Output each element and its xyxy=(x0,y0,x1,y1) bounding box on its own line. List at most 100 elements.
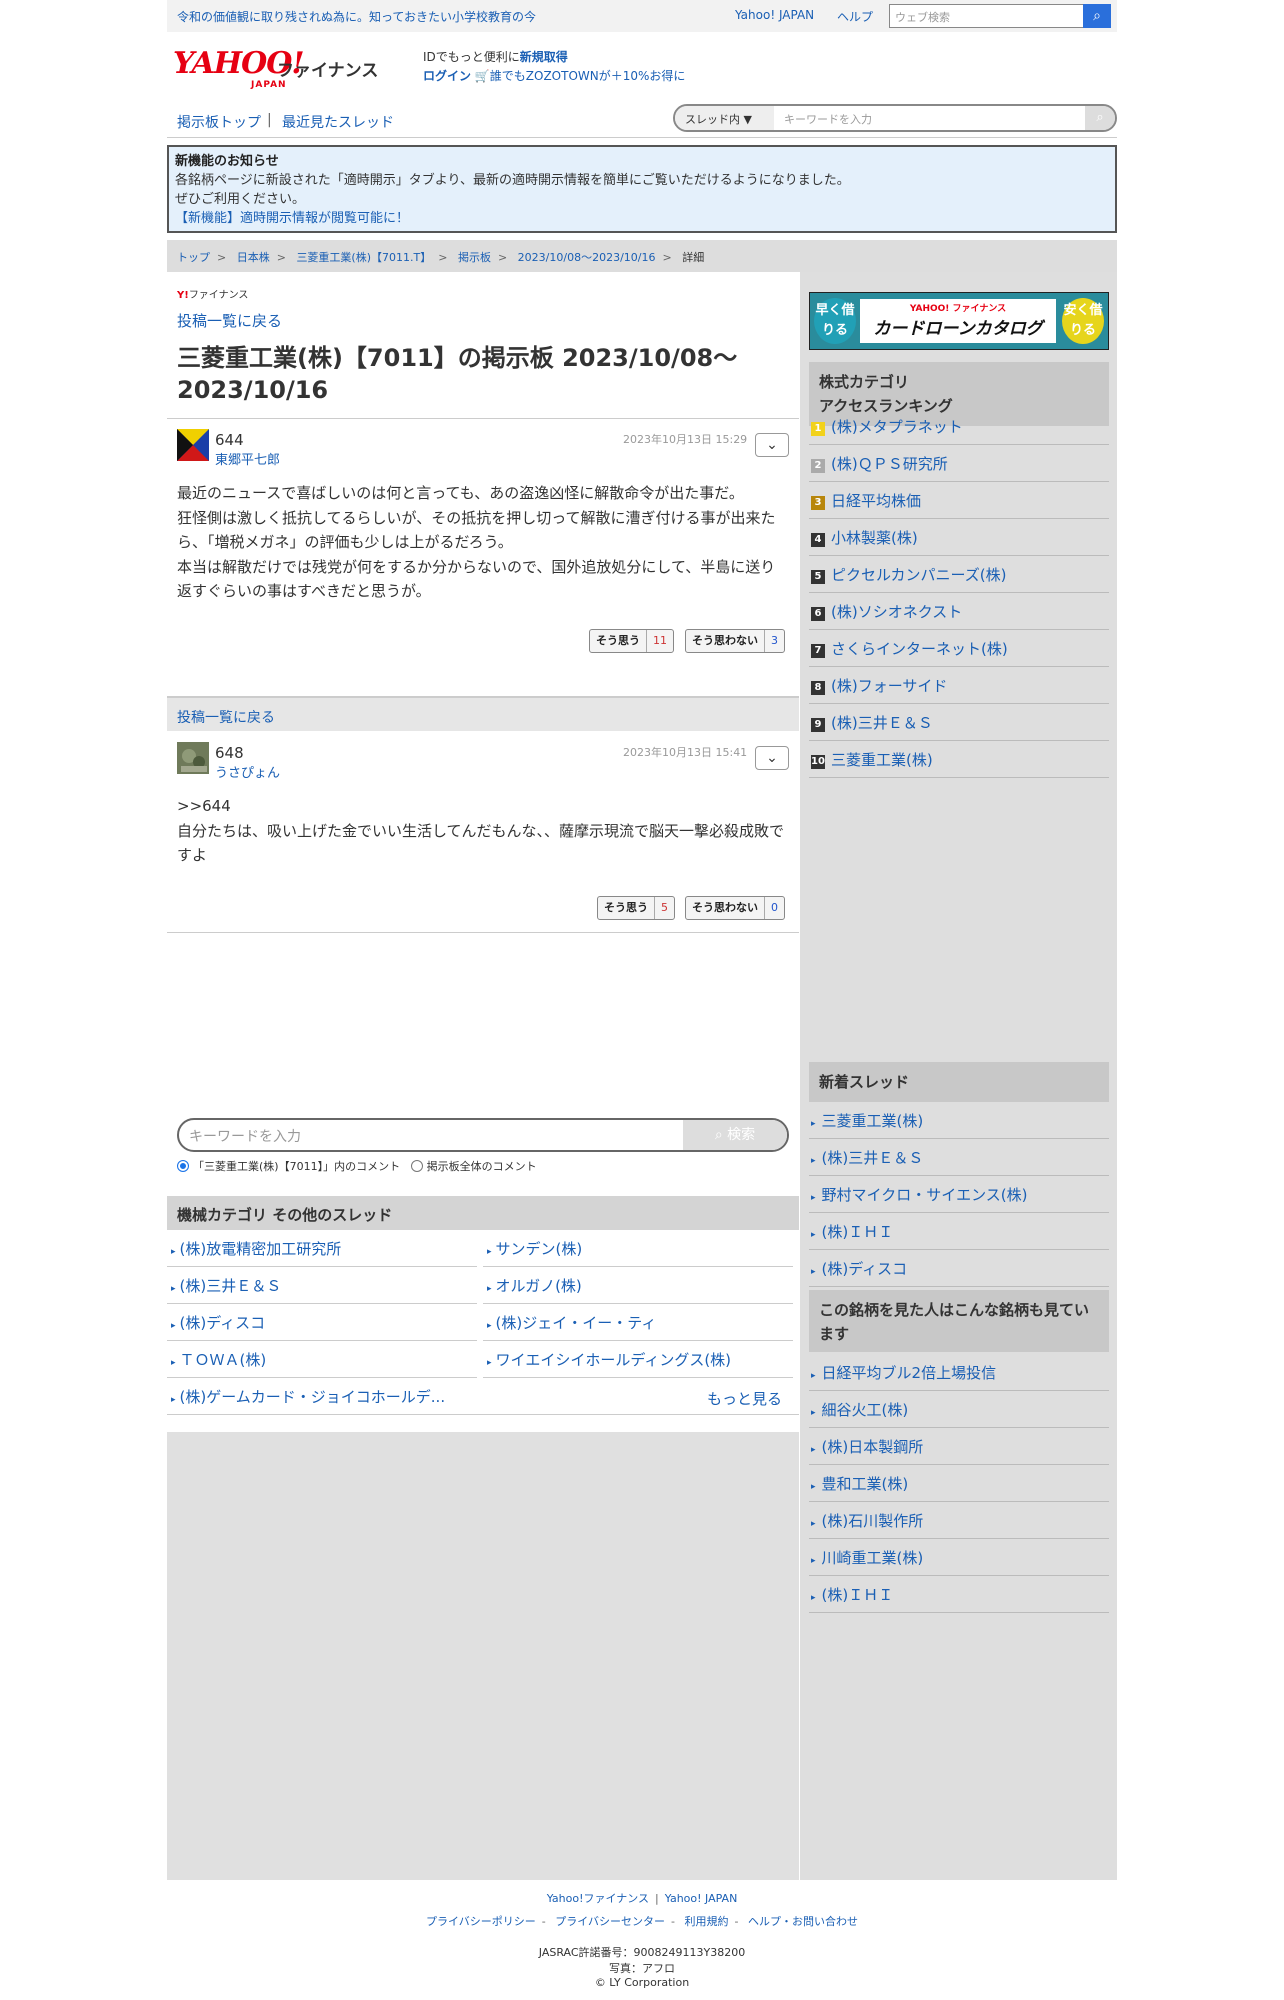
yahoo-finance-logo[interactable]: YAHOO! JAPAN ファイナンス xyxy=(173,46,378,90)
category-thread[interactable]: ▸ ワイエイシイホールディングス(株) xyxy=(483,1341,793,1378)
ranking-item[interactable]: 2 (株)ＱＰＳ研究所 xyxy=(809,445,1109,482)
category-thread[interactable]: ▸ (株)放電精密加工研究所 xyxy=(167,1230,477,1267)
radio-all-scope[interactable] xyxy=(410,1160,423,1172)
web-search-input[interactable]: ウェブ検索 xyxy=(889,4,1094,28)
sidebar-thread-name: 野村マイクロ・サイエンス(株) xyxy=(821,1186,1028,1204)
sidebar-thread-link[interactable]: ▸ (株)三井Ｅ＆Ｓ xyxy=(809,1139,1109,1176)
promo-link[interactable]: 令和の価値観に取り残されぬ為に。知っておきたい小学校教育の今 xyxy=(177,8,536,25)
chevron-down-icon: ⌄ xyxy=(766,750,778,766)
post-author[interactable]: うさぴょん xyxy=(215,762,280,781)
ranking-item-name: (株)フォーサイド xyxy=(831,677,948,695)
comment-search-button[interactable]: ⌕ 検索 xyxy=(683,1120,787,1150)
privacy-policy-link[interactable]: プライバシーポリシー xyxy=(426,1915,536,1928)
sidebar-thread-name: 細谷火工(株) xyxy=(821,1401,909,1419)
recent-threads-link[interactable]: 最近見たスレッド xyxy=(282,112,394,132)
sidebar-thread-link[interactable]: ▸ 野村マイクロ・サイエンス(株) xyxy=(809,1176,1109,1213)
post-number[interactable]: 648 xyxy=(215,744,244,762)
scope-select[interactable]: スレッド内 ▼ xyxy=(675,106,774,130)
post-author[interactable]: 東郷平七郎 xyxy=(215,449,280,468)
post-menu-button[interactable]: ⌄ xyxy=(755,433,789,457)
register-link[interactable]: 新規取得 xyxy=(520,50,568,64)
agree-button[interactable]: そう思う 5 xyxy=(597,896,675,920)
notice-link[interactable]: 【新機能】適時開示情報が閲覧可能に！ xyxy=(175,209,1109,228)
sidebar-thread-link[interactable]: ▸ 豊和工業(株) xyxy=(809,1465,1109,1502)
search-scope-radios: 「三菱重工業(株)【7011】」内のコメント 掲示板全体のコメント xyxy=(177,1158,537,1174)
arrow-right-icon: ▸ xyxy=(811,1445,816,1455)
sidebar-thread-link[interactable]: ▸ 細谷火工(株) xyxy=(809,1391,1109,1428)
jasrac-text: JASRAC許諾番号：9008249113Y38200 xyxy=(538,1946,746,1959)
category-thread[interactable]: ▸ サンデン(株) xyxy=(483,1230,793,1267)
category-thread[interactable]: ▸ オルガノ(株) xyxy=(483,1267,793,1304)
help-contact-link[interactable]: ヘルプ・お問い合わせ xyxy=(748,1915,858,1928)
crumb-top[interactable]: トップ xyxy=(177,251,210,264)
help-link[interactable]: ヘルプ xyxy=(837,8,873,25)
ranking-item[interactable]: 5 ピクセルカンパニーズ(株) xyxy=(809,556,1109,593)
copyright: © LY Corporation xyxy=(594,1976,690,1989)
thread-search-button[interactable]: ⌕ xyxy=(1085,106,1115,130)
privacy-center-link[interactable]: プライバシーセンター xyxy=(555,1915,665,1928)
arrow-right-icon: ▸ xyxy=(811,1482,816,1492)
avatar[interactable] xyxy=(177,742,209,774)
sidebar-thread-link[interactable]: ▸ 日経平均ブル2倍上場投信 xyxy=(809,1354,1109,1391)
sidebar-thread-link[interactable]: ▸ 川崎重工業(株) xyxy=(809,1539,1109,1576)
terms-link[interactable]: 利用規約 xyxy=(685,1915,729,1928)
sidebar-thread-link[interactable]: ▸ (株)ディスコ xyxy=(809,1250,1109,1287)
back-to-list-link-2[interactable]: 投稿一覧に戻る xyxy=(177,710,275,726)
arrow-right-icon: ▸ xyxy=(171,1247,176,1257)
comment-search-input[interactable]: キーワードを入力 xyxy=(189,1126,301,1146)
arrow-right-icon: ▸ xyxy=(811,1230,816,1240)
footer-yjapan-link[interactable]: Yahoo! JAPAN xyxy=(665,1892,738,1905)
footer-yfin-link[interactable]: Yahoo!ファイナンス xyxy=(547,1892,649,1905)
post-menu-button[interactable]: ⌄ xyxy=(755,746,789,770)
web-search-button[interactable]: ⌕ xyxy=(1083,4,1111,28)
sidebar-thread-name: (株)ディスコ xyxy=(821,1260,908,1278)
crumb-sep-icon: > xyxy=(276,251,286,264)
login-link[interactable]: ログイン xyxy=(423,69,471,83)
post-number[interactable]: 644 xyxy=(215,431,244,449)
site-footer: Yahoo!ファイナンス | Yahoo! JAPAN プライバシーポリシー - プラ… xyxy=(167,1890,1117,1989)
agree-button[interactable]: そう思う 11 xyxy=(589,629,674,653)
category-thread[interactable]: ▸ (株)ディスコ xyxy=(167,1304,477,1341)
card-loan-banner[interactable]: 早く借りる YAHOO! ファイナンス カードローンカタログ 安く借りる xyxy=(809,292,1109,350)
crumb-period[interactable]: 2023/10/08〜2023/10/16 xyxy=(518,251,656,264)
banner-left-badge: 早く借りる xyxy=(814,298,856,344)
comment-search: キーワードを入力 ⌕ 検索 xyxy=(177,1118,789,1152)
also-viewed-heading: この銘柄を見た人はこんな銘柄も見ています xyxy=(809,1290,1109,1352)
crumb-japan-stocks[interactable]: 日本株 xyxy=(237,251,270,264)
back-to-list-link[interactable]: 投稿一覧に戻る xyxy=(177,310,282,331)
ranking-item[interactable]: 6 (株)ソシオネクスト xyxy=(809,593,1109,630)
category-thread[interactable]: ▸ (株)ジェイ・イー・ティ xyxy=(483,1304,793,1341)
avatar[interactable] xyxy=(177,429,209,461)
zozo-link[interactable]: 誰でもZOZOTOWNが＋10%お得に xyxy=(490,69,686,83)
sidebar-thread-link[interactable]: ▸ (株)ＩＨＩ xyxy=(809,1576,1109,1613)
thread-search: スレッド内 ▼ キーワードを入力 ⌕ xyxy=(673,104,1117,132)
yahoo-japan-link[interactable]: Yahoo! JAPAN xyxy=(735,8,814,22)
notice-title: 新機能のお知らせ xyxy=(175,154,279,169)
crumb-stock[interactable]: 三菱重工業(株)【7011.T】 xyxy=(296,251,431,264)
ranking-item[interactable]: 8 (株)フォーサイド xyxy=(809,667,1109,704)
arrow-right-icon: ▸ xyxy=(171,1284,176,1294)
disagree-button[interactable]: そう思わない 0 xyxy=(685,896,785,920)
sidebar-thread-name: 日経平均ブル2倍上場投信 xyxy=(821,1364,997,1382)
thread-keyword-input[interactable]: キーワードを入力 xyxy=(774,106,1088,130)
category-thread[interactable]: ▸ ＴＯＷＡ(株) xyxy=(167,1341,477,1378)
ranking-item[interactable]: 7 さくらインターネット(株) xyxy=(809,630,1109,667)
ranking-item[interactable]: 3 日経平均株価 xyxy=(809,482,1109,519)
board-top-link[interactable]: 掲示板トップ xyxy=(177,112,261,132)
more-threads-link[interactable]: もっと見る xyxy=(707,1388,782,1409)
ranking-item[interactable]: 4 小林製薬(株) xyxy=(809,519,1109,556)
ranking-item[interactable]: 1 (株)メタプラネット xyxy=(809,408,1109,445)
sidebar-thread-link[interactable]: ▸ (株)ＩＨＩ xyxy=(809,1213,1109,1250)
sidebar-thread-link[interactable]: ▸ (株)石川製作所 xyxy=(809,1502,1109,1539)
category-thread[interactable]: ▸ (株)三井Ｅ＆Ｓ xyxy=(167,1267,477,1304)
sidebar-thread-link[interactable]: ▸ (株)日本製鋼所 xyxy=(809,1428,1109,1465)
sidebar-thread-link[interactable]: ▸ 三菱重工業(株) xyxy=(809,1102,1109,1139)
rank-badge: 8 xyxy=(811,681,825,695)
category-thread[interactable]: ▸ (株)ゲームカード・ジョイコホールデ... xyxy=(167,1378,799,1415)
disagree-button[interactable]: そう思わない 3 xyxy=(685,629,785,653)
radio-thread-scope[interactable] xyxy=(177,1160,189,1172)
ranking-item[interactable]: 10 三菱重工業(株) xyxy=(809,741,1109,778)
ranking-item[interactable]: 9 (株)三井Ｅ＆Ｓ xyxy=(809,704,1109,741)
crumb-board[interactable]: 掲示板 xyxy=(458,251,491,264)
agree-count: 11 xyxy=(646,630,673,652)
